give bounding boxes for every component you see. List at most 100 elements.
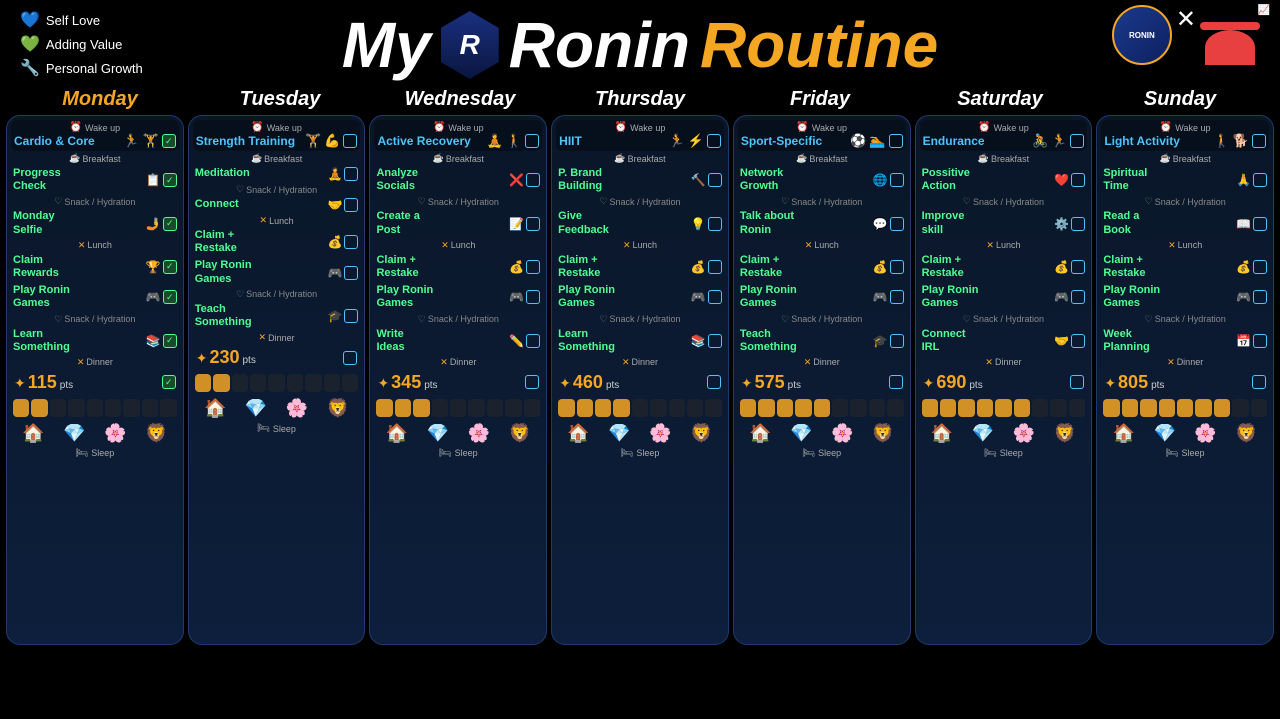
activity5-checkbox-4[interactable]	[890, 334, 904, 348]
sleep-label-4: Sleep	[818, 448, 841, 458]
progress-bar-2-4	[450, 399, 466, 417]
points-checkbox-5[interactable]	[1070, 375, 1084, 389]
activity2-row-4: Talk aboutRonin 💬	[738, 209, 906, 237]
activity2-checkbox-5[interactable]	[1071, 217, 1085, 231]
wake-label-2: ⏰ Wake up	[377, 122, 539, 133]
day-label-sunday: Sunday	[1090, 88, 1270, 111]
emoji-6-3: 🦁	[1235, 423, 1257, 444]
self-love-icon: 💙	[20, 10, 40, 30]
activity5-checkbox-3[interactable]	[708, 334, 722, 348]
points-checkbox-0[interactable]: ✓	[162, 375, 176, 389]
wake-checkbox-5[interactable]	[1070, 134, 1084, 148]
points-value-6: 805	[1118, 372, 1148, 393]
progress-bar-4-8	[887, 399, 903, 417]
progress-bar-0-2	[50, 399, 66, 417]
sleep-row-4: 🛏 Sleep	[738, 448, 906, 459]
activity5-checkbox-6[interactable]	[1253, 334, 1267, 348]
wake-checkbox-6[interactable]	[1252, 134, 1266, 148]
activity2-row-3: GiveFeedback 💡	[556, 209, 724, 237]
activity2-row-6: Read aBook 📖	[1101, 209, 1269, 237]
activity2-row-0: MondaySelfie 🤳 ✓	[11, 209, 179, 237]
wake-checkbox-4[interactable]	[889, 134, 903, 148]
activity3-label-5: Claim +Restake	[922, 254, 1055, 280]
activity4-checkbox-4[interactable]	[890, 290, 904, 304]
activity3-checkbox-0[interactable]: ✓	[163, 260, 177, 274]
progress-bar-4-0	[740, 399, 756, 417]
progress-bars-2	[374, 397, 542, 419]
pts-label-6: pts	[1151, 380, 1164, 391]
activity2-checkbox-4[interactable]	[890, 217, 904, 231]
activity5-checkbox-2[interactable]	[526, 334, 540, 348]
points-checkbox-3[interactable]	[707, 375, 721, 389]
activity3-checkbox-6[interactable]	[1253, 260, 1267, 274]
snack1-label-5: ♡ Snack / Hydration	[920, 196, 1088, 207]
dinner-label-3: ✕ Dinner	[556, 357, 724, 368]
activity4-checkbox-1[interactable]	[344, 266, 358, 280]
activity2-label-3: GiveFeedback	[558, 210, 691, 236]
points-row-0: ✦ 115 pts ✓	[11, 370, 179, 395]
title-routine: Routine	[700, 8, 938, 82]
activity1-checkbox-4[interactable]	[890, 173, 904, 187]
wake-checkbox-0[interactable]: ✓	[162, 134, 176, 148]
points-star-4: ✦	[741, 375, 753, 392]
wake-checkbox-1[interactable]	[343, 134, 357, 148]
activity3-checkbox-3[interactable]	[708, 260, 722, 274]
activity2-checkbox-6[interactable]	[1253, 217, 1267, 231]
points-checkbox-6[interactable]	[1252, 375, 1266, 389]
activity2-checkbox-3[interactable]	[708, 217, 722, 231]
activity1-checkbox-2[interactable]	[526, 173, 540, 187]
progress-bar-6-8	[1251, 399, 1267, 417]
progress-bar-6-2	[1140, 399, 1156, 417]
wake-checkbox-2[interactable]	[525, 134, 539, 148]
personal-growth-label: Personal Growth	[46, 61, 143, 76]
activity1-checkbox-0[interactable]: ✓	[163, 173, 177, 187]
activity3-checkbox-4[interactable]	[890, 260, 904, 274]
activity4-label-6: Play RoninGames	[1103, 284, 1236, 310]
progress-bar-3-7	[687, 399, 703, 417]
wake-checkbox-3[interactable]	[707, 134, 721, 148]
activity4-checkbox-5[interactable]	[1071, 290, 1085, 304]
emoji-3-1: 💎	[608, 423, 630, 444]
emoji-row-4: 🏠💎🌸🦁	[738, 421, 906, 446]
activity5-checkbox-1[interactable]	[344, 309, 358, 323]
activity2-checkbox-0[interactable]: ✓	[163, 217, 177, 231]
day-card-thursday: ⏰ Wake up HIIT 🏃 ⚡ ☕ Breakfast P. BrandB…	[551, 115, 729, 645]
activity3-checkbox-2[interactable]	[526, 260, 540, 274]
activity4-checkbox-3[interactable]	[708, 290, 722, 304]
activity1-checkbox-3[interactable]	[708, 173, 722, 187]
activity1-checkbox-6[interactable]	[1253, 173, 1267, 187]
wake-label-0: ⏰ Wake up	[14, 122, 176, 133]
activity1-checkbox-1[interactable]	[344, 167, 358, 181]
activity1-checkbox-5[interactable]	[1071, 173, 1085, 187]
snack2-label-0: ♡ Snack / Hydration	[11, 314, 179, 325]
progress-bar-4-6	[850, 399, 866, 417]
points-checkbox-1[interactable]	[343, 351, 357, 365]
emoji-6-1: 💎	[1153, 423, 1175, 444]
activity4-checkbox-0[interactable]: ✓	[163, 290, 177, 304]
activity4-icon-4: 🎮	[873, 290, 888, 304]
activity4-label-0: Play RoninGames	[13, 284, 146, 310]
wake-label-1: ⏰ Wake up	[196, 122, 358, 133]
activity3-checkbox-1[interactable]	[344, 235, 358, 249]
activity4-icon-3: 🎮	[691, 290, 706, 304]
wake-section-1: ⏰ Wake up Strength Training 🏋️ 💪	[193, 120, 361, 151]
activity1-row-2: AnalyzeSocials ❌	[374, 166, 542, 194]
points-checkbox-4[interactable]	[889, 375, 903, 389]
emoji-4-2: 🌸	[831, 423, 853, 444]
activity4-checkbox-2[interactable]	[526, 290, 540, 304]
activity3-checkbox-5[interactable]	[1071, 260, 1085, 274]
activity5-checkbox-5[interactable]	[1071, 334, 1085, 348]
activity5-checkbox-0[interactable]: ✓	[163, 334, 177, 348]
sleep-label-3: Sleep	[636, 448, 659, 458]
breakfast-label-5: ☕ Breakfast	[920, 153, 1088, 164]
points-checkbox-2[interactable]	[525, 375, 539, 389]
emoji-row-0: 🏠💎🌸🦁	[11, 421, 179, 446]
activity3-row-6: Claim +Restake 💰	[1101, 253, 1269, 281]
wake-label-6: ⏰ Wake up	[1104, 122, 1266, 133]
activity4-checkbox-6[interactable]	[1253, 290, 1267, 304]
activity1-icon-3: 🔨	[691, 173, 706, 187]
progress-bar-1-0	[195, 374, 211, 392]
activity2-checkbox-1[interactable]	[344, 198, 358, 212]
activity2-checkbox-2[interactable]	[526, 217, 540, 231]
emoji-1-1: 💎	[245, 398, 267, 419]
